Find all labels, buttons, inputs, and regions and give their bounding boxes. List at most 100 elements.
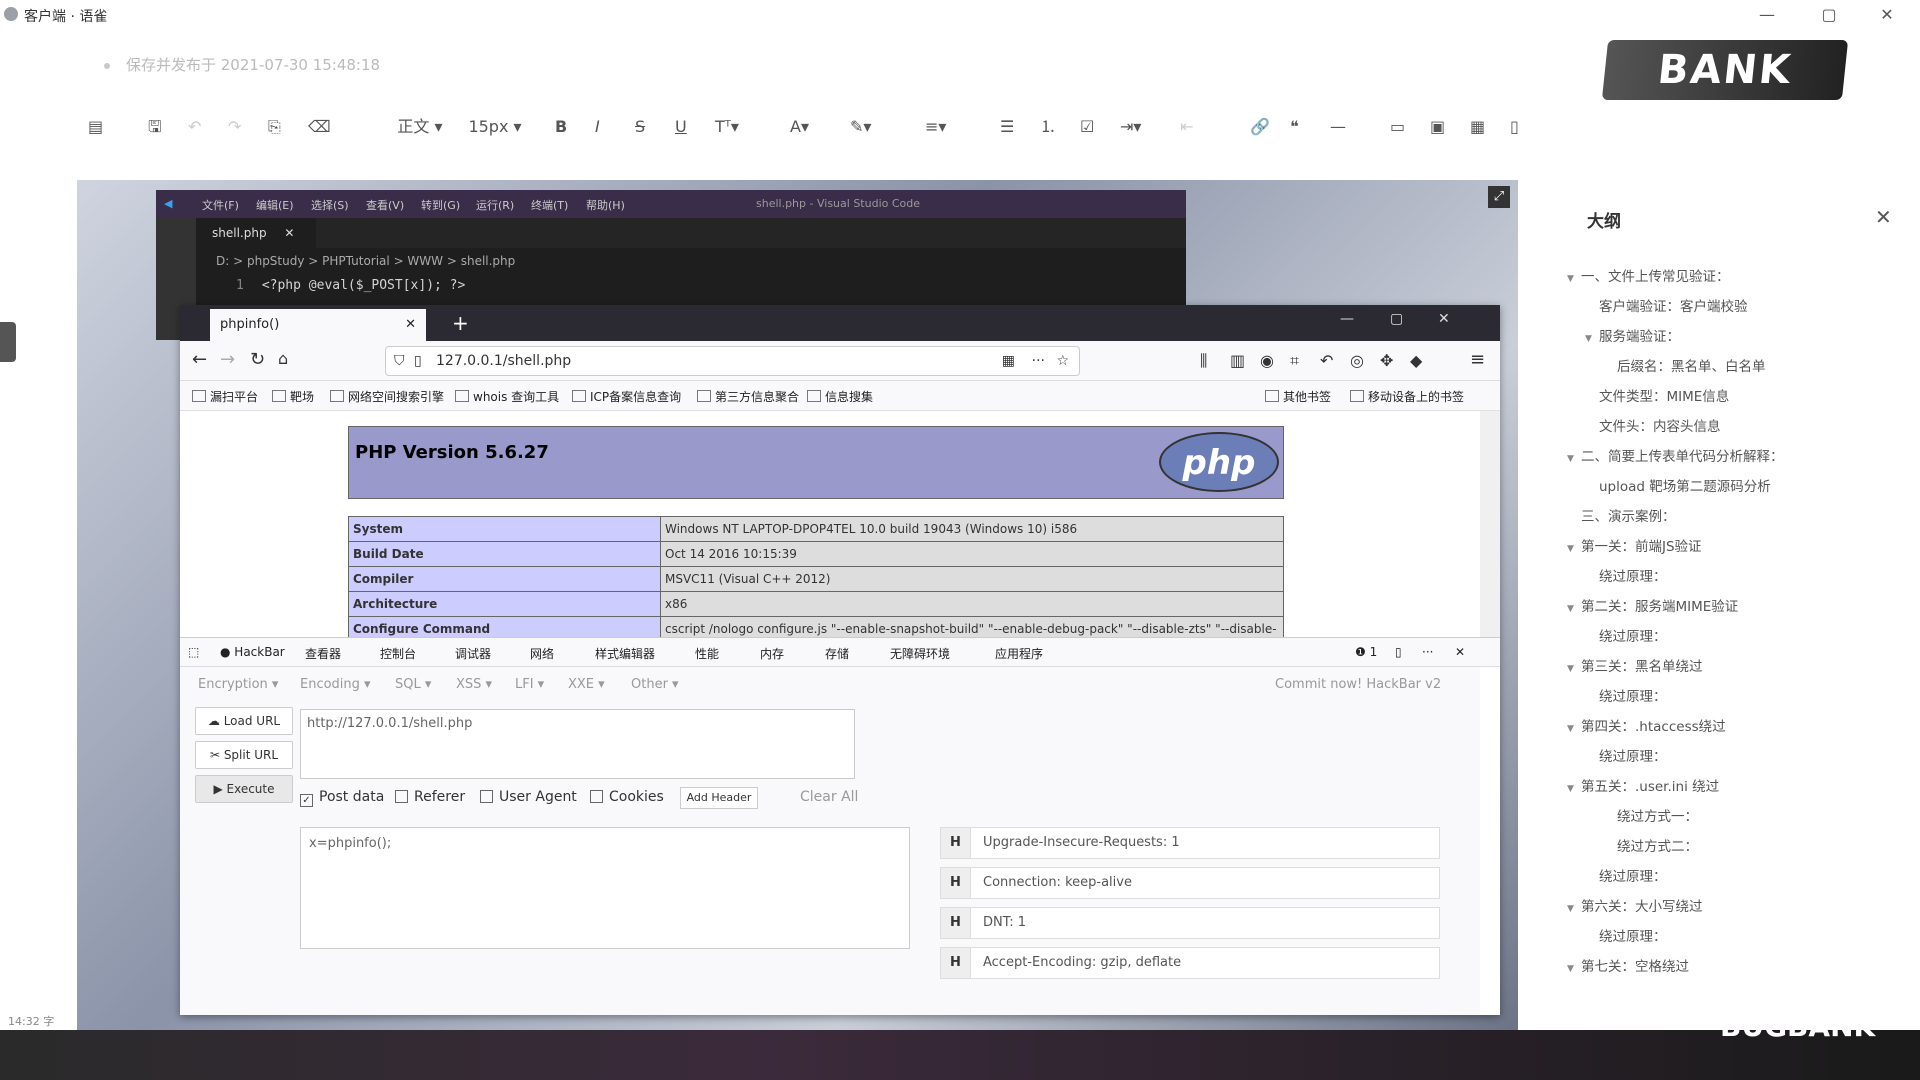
chevron-down-icon[interactable]: ▼ — [1567, 724, 1581, 734]
indent-icon[interactable]: ⇥▾ — [1120, 112, 1141, 142]
undo-icon[interactable]: ↶ — [188, 112, 201, 142]
chevron-down-icon[interactable]: ▼ — [1567, 544, 1581, 554]
library-icon[interactable]: ⫼ — [1200, 351, 1207, 371]
outline-item[interactable]: 绕过原理： — [1585, 925, 1667, 945]
chevron-down-icon[interactable]: ▼ — [1567, 274, 1581, 284]
outdent-icon[interactable]: ⇤ — [1180, 112, 1193, 142]
post-data-textarea[interactable]: x=phpinfo(); — [300, 827, 910, 949]
url-textarea[interactable]: http://127.0.0.1/shell.php — [300, 709, 855, 779]
header-row[interactable]: H Upgrade-Insecure-Requests: 1 — [940, 827, 1440, 859]
hackbar-commit-link[interactable]: Commit now! HackBar v2 — [1275, 677, 1441, 692]
text-style-icon[interactable]: Tᵀ▾ — [715, 112, 739, 142]
font-color-icon[interactable]: A▾ — [790, 112, 809, 142]
outline-item[interactable]: 绕过方式一： — [1603, 805, 1698, 825]
outline-item[interactable]: ▼ 第一关：前端JS验证 — [1567, 535, 1702, 555]
reload-icon[interactable]: ↻ — [250, 349, 265, 370]
outline-item[interactable]: ▼ 一、文件上传常见验证： — [1567, 265, 1730, 285]
outline-item[interactable]: 绕过原理： — [1585, 565, 1667, 585]
vscode-menu-view[interactable]: 查看(V) — [366, 197, 404, 213]
chevron-down-icon[interactable]: ▼ — [1567, 964, 1581, 974]
outline-item[interactable]: 绕过原理： — [1585, 685, 1667, 705]
undo-icon[interactable]: ↶ — [1320, 351, 1333, 370]
outline-item[interactable]: 客户端验证：客户端校验 — [1585, 295, 1748, 315]
devtools-tab-console[interactable]: 控制台 — [380, 645, 416, 662]
outline-item[interactable]: ▼ 服务端验证： — [1585, 325, 1680, 345]
forward-icon[interactable]: → — [220, 349, 235, 370]
font-size-select[interactable]: 15px ▾ — [465, 112, 525, 142]
outline-item[interactable]: 文件类型：MIME信息 — [1585, 385, 1729, 405]
inspect-icon[interactable]: ⬚ — [188, 645, 199, 659]
italic-button[interactable]: I — [595, 112, 600, 142]
devtools-tab-network[interactable]: 网络 — [530, 645, 554, 662]
bookmark-folder[interactable]: ICP备案信息查询 — [572, 388, 681, 405]
close-button[interactable]: ✕ — [1872, 4, 1902, 26]
chevron-down-icon[interactable]: ▼ — [1567, 604, 1581, 614]
close-icon[interactable]: ✕ — [284, 226, 294, 240]
quote-button[interactable]: ❝ — [1290, 112, 1299, 142]
outline-item[interactable]: ▼ 第四关：.htaccess绕过 — [1567, 715, 1726, 735]
ff-maximize-icon[interactable]: ▢ — [1390, 311, 1403, 327]
outline-item[interactable]: 绕过方式二： — [1603, 835, 1698, 855]
menu-other[interactable]: Other ▾ — [631, 677, 679, 692]
url-bar[interactable]: ⛉ ▯ 127.0.0.1/shell.php ▦ ··· ☆ — [385, 346, 1080, 376]
close-icon[interactable]: ✕ — [1455, 645, 1465, 659]
split-url-button[interactable]: ✂ Split URL — [195, 741, 293, 769]
user-agent-checkbox[interactable]: User Agent — [480, 789, 577, 805]
fullscreen-icon[interactable]: ⤢ — [1488, 186, 1510, 208]
task-list-icon[interactable]: ☑ — [1080, 112, 1094, 142]
extension-icon[interactable]: ◎ — [1350, 351, 1364, 370]
strike-button[interactable]: S — [635, 112, 645, 142]
menu-icon[interactable]: ≡ — [1470, 349, 1485, 370]
outline-item[interactable]: 文件头：内容头信息 — [1585, 415, 1721, 435]
devtools-tab-performance[interactable]: 性能 — [695, 645, 719, 662]
ff-close-icon[interactable]: ✕ — [1438, 311, 1450, 327]
outline-item[interactable]: ▼ 第六关：大小写绕过 — [1567, 895, 1703, 915]
close-icon[interactable]: ✕ — [405, 309, 416, 341]
vscode-menu-file[interactable]: 文件(F) — [202, 197, 239, 213]
image-icon[interactable]: ▣ — [1430, 112, 1445, 142]
vscode-menu-edit[interactable]: 编辑(E) — [256, 197, 294, 213]
post-data-checkbox[interactable]: ✓ Post data — [300, 789, 384, 807]
bookmark-folder[interactable]: 漏扫平台 — [192, 388, 258, 405]
more-icon[interactable]: ··· — [1032, 347, 1045, 375]
screenshot-icon[interactable]: ⌗ — [1290, 351, 1299, 371]
close-icon[interactable]: ✕ — [1875, 205, 1892, 229]
referer-checkbox[interactable]: Referer — [395, 789, 465, 805]
ff-minimize-icon[interactable]: — — [1340, 311, 1354, 327]
add-header-button[interactable]: Add Header — [680, 787, 758, 809]
header-row[interactable]: H Accept-Encoding: gzip, deflate — [940, 947, 1440, 979]
bookmark-folder[interactable]: 网络空间搜索引擎 — [330, 388, 444, 405]
code-text[interactable]: <?php @eval($_POST[x]); ?> — [262, 278, 466, 293]
bookmark-folder[interactable]: 靶场 — [272, 388, 314, 405]
sidebar-handle[interactable] — [0, 322, 16, 362]
bold-button[interactable]: B — [555, 112, 567, 142]
outline-item[interactable]: ▼ 第三关：黑名单绕过 — [1567, 655, 1703, 675]
devtools-tab-hackbar[interactable]: ● HackBar — [220, 645, 285, 659]
chevron-down-icon[interactable]: ▼ — [1567, 664, 1581, 674]
bookmark-folder[interactable]: whois 查询工具 — [455, 388, 559, 405]
header-row[interactable]: H Connection: keep-alive — [940, 867, 1440, 899]
minimize-button[interactable]: — — [1752, 4, 1782, 26]
menu-lfi[interactable]: LFI ▾ — [515, 677, 544, 692]
chevron-down-icon[interactable]: ▼ — [1585, 334, 1599, 344]
dock-icon[interactable]: ▯ — [1395, 645, 1402, 659]
outline-item[interactable]: 绕过原理： — [1585, 625, 1667, 645]
chevron-down-icon[interactable]: ▼ — [1567, 904, 1581, 914]
outline-toggle-icon[interactable]: ▤ — [88, 112, 103, 142]
bullet-list-icon[interactable]: ☰ — [1000, 112, 1014, 142]
header-row[interactable]: H DNT: 1 — [940, 907, 1440, 939]
outline-item[interactable]: 绕过原理： — [1585, 865, 1667, 885]
save-icon[interactable]: 🖫 — [148, 112, 162, 142]
vscode-menu-run[interactable]: 运行(R) — [476, 197, 514, 213]
card-icon[interactable]: ▭ — [1390, 112, 1405, 142]
devtools-tab-application[interactable]: 应用程序 — [995, 645, 1043, 662]
error-count[interactable]: ❶ 1 — [1355, 645, 1377, 659]
chevron-down-icon[interactable]: ▼ — [1567, 784, 1581, 794]
account-icon[interactable]: ◉ — [1260, 351, 1274, 370]
browser-tab[interactable]: phpinfo() ✕ — [210, 309, 426, 341]
align-icon[interactable]: ≡▾ — [925, 112, 946, 142]
outline-item[interactable]: 后缀名：黑名单、白名单 — [1603, 355, 1766, 375]
redo-icon[interactable]: ↷ — [228, 112, 241, 142]
devtools-tab-inspector[interactable]: 查看器 — [305, 645, 341, 662]
format-painter-icon[interactable]: ⎘ — [268, 112, 281, 142]
